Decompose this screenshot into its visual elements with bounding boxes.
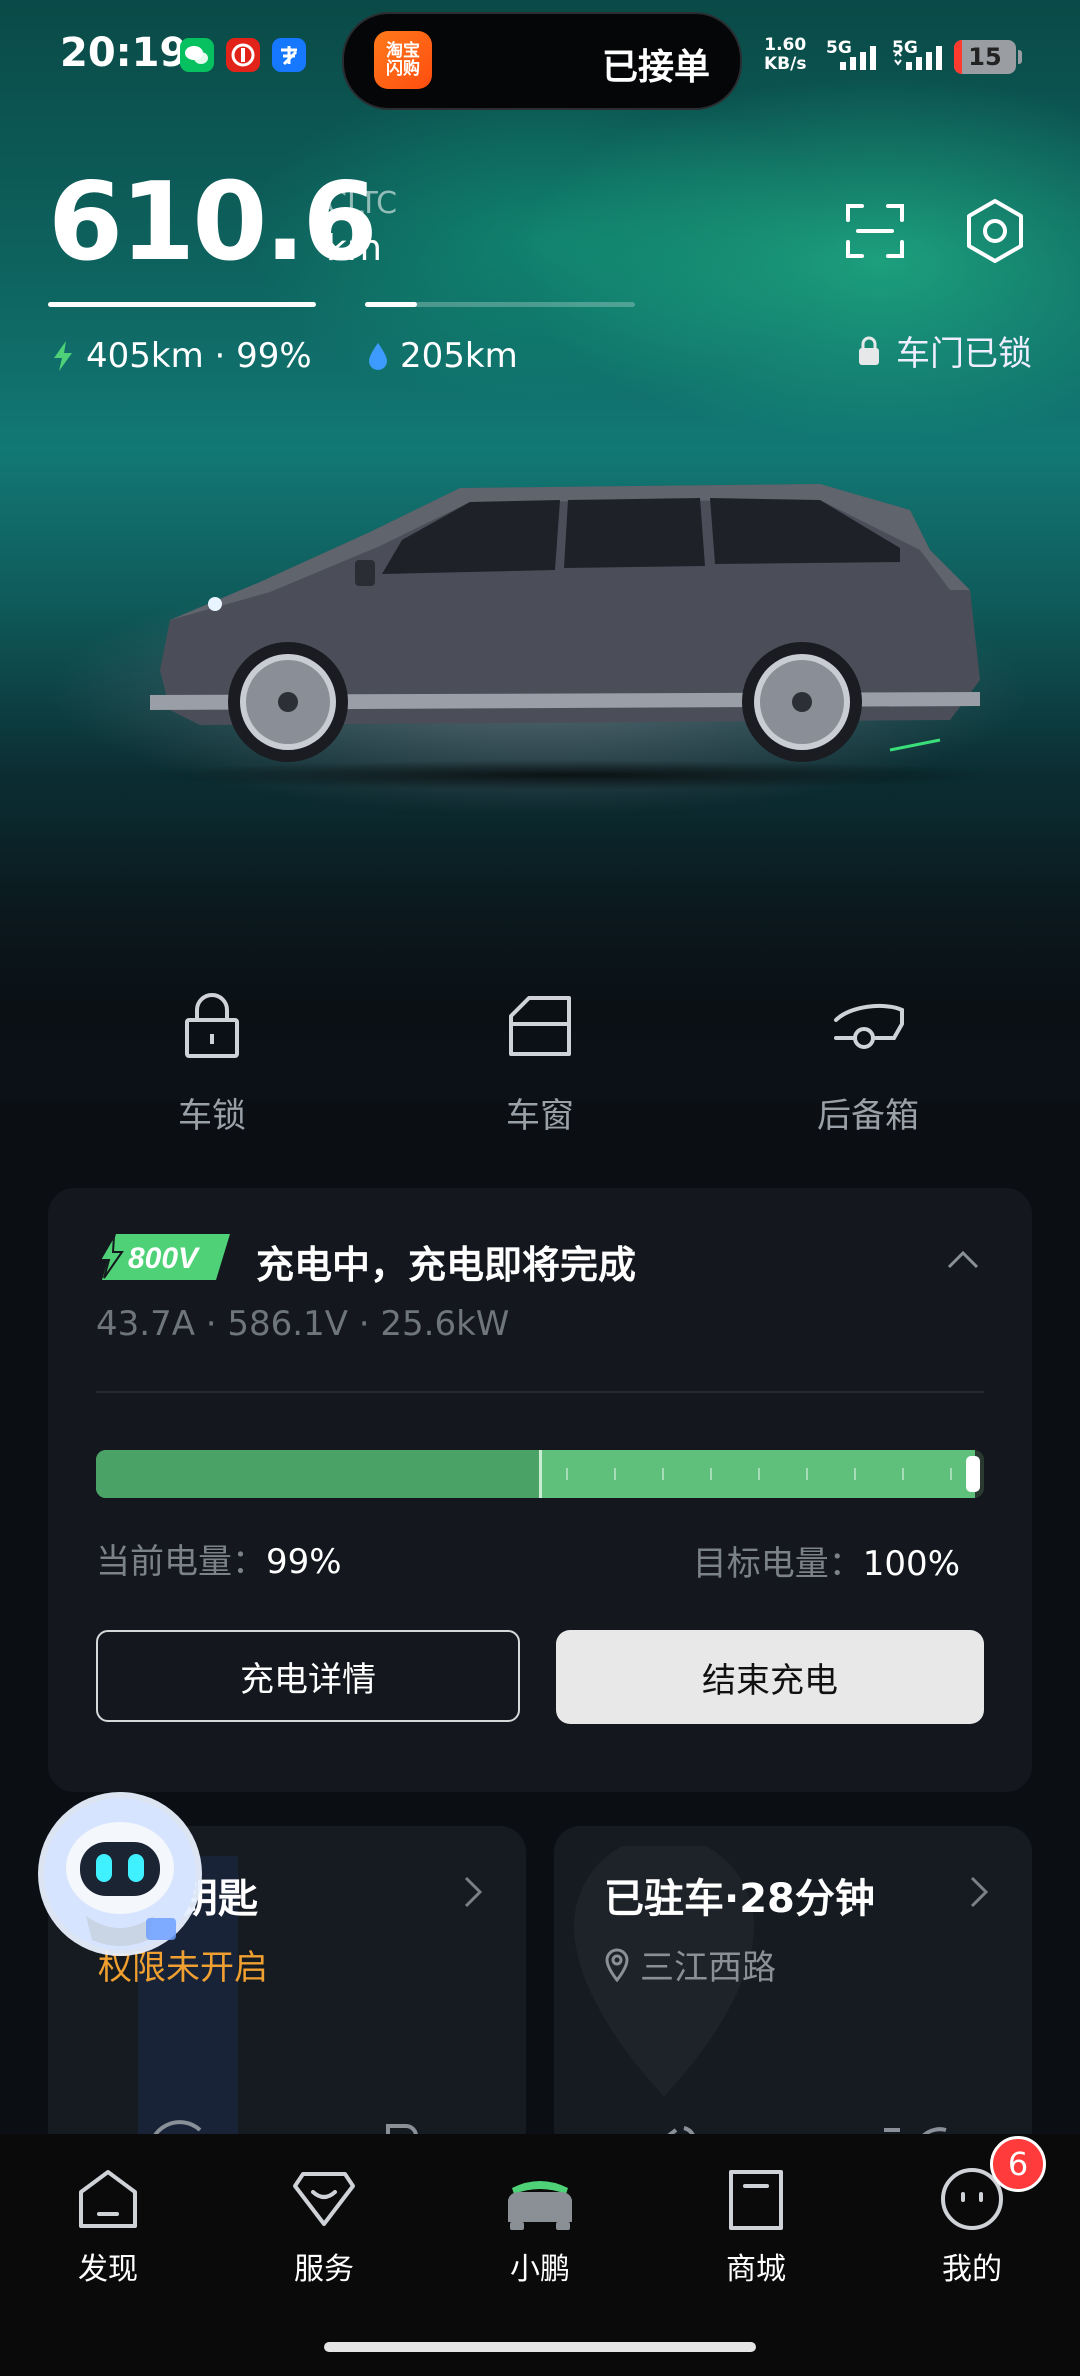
fuel-range-text: 205km [400, 336, 518, 376]
target-soc-value: 100% [862, 1544, 960, 1584]
parking-location-text: 三江西路 [640, 1948, 776, 1988]
progress-tick [758, 1468, 760, 1480]
taobao-flash-app-icon: 淘宝 闪购 [374, 31, 432, 89]
net-speed-unit: KB/s [764, 54, 807, 74]
control-window-label: 车窗 [506, 1096, 574, 1136]
car-image[interactable] [140, 470, 990, 780]
progress-tick [902, 1468, 904, 1480]
status-time: 20:19 [60, 30, 188, 76]
electric-range: 405km · 99% [50, 336, 312, 376]
net-speed-value: 1.60 [764, 35, 807, 55]
parking-location: 三江西路 [604, 1940, 776, 1989]
nav-service[interactable]: 服务 [244, 2164, 404, 2288]
notification-badge: 6 [990, 2136, 1046, 2192]
door-lock-status: 车门已锁 [856, 326, 1032, 375]
charge-status-title: 充电中，充电即将完成 [256, 1243, 637, 1287]
padlock-icon [185, 993, 239, 1058]
union-pay-icon [226, 38, 260, 72]
target-soc-handle[interactable] [966, 1456, 980, 1492]
parking-duration-title: 已驻车·28分钟 [604, 1876, 875, 1922]
nav-xiaopeng-label: 小鹏 [510, 2252, 570, 2287]
nav-xiaopeng[interactable]: 小鹏 [460, 2164, 620, 2288]
trunk-icon [834, 1003, 904, 1049]
chevron-up-icon[interactable] [946, 1248, 980, 1270]
lock-icon [859, 336, 879, 365]
current-soc: 当前电量：99% [96, 1534, 342, 1583]
fuel-range: 205km [366, 336, 518, 376]
lock-status-text: 车门已锁 [896, 334, 1032, 374]
electric-range-text: 405km · 99% [86, 336, 312, 376]
card-divider [96, 1391, 984, 1393]
range-standard: CLTC [326, 186, 398, 221]
charge-stats: 43.7A · 586.1V · 25.6kW [96, 1304, 510, 1344]
current-soc-value: 99% [266, 1542, 342, 1582]
window-icon [509, 996, 571, 1056]
parking-card[interactable]: 已驻车·28分钟 三江西路 [554, 1826, 1032, 2156]
network-speed: 1.60 KB/s [764, 36, 806, 74]
control-trunk[interactable]: 后备箱 [768, 990, 968, 1137]
ai-assistant-robot-icon[interactable] [36, 1790, 204, 1958]
signal-icon-2: 5G [892, 38, 942, 70]
target-soc: 目标电量：100% [693, 1536, 960, 1585]
settings-gear-icon[interactable] [960, 196, 1030, 266]
battery-level: 15 [968, 43, 1002, 71]
control-window[interactable]: 车窗 [440, 990, 640, 1137]
charge-progress-start [96, 1450, 541, 1498]
fuel-range-bar [365, 302, 635, 307]
progress-tick [662, 1468, 664, 1480]
charge-progress-bar [96, 1450, 984, 1498]
nav-mall-label: 商城 [726, 2252, 786, 2287]
fuel-drop-icon [369, 343, 387, 370]
progress-tick [806, 1468, 808, 1480]
current-soc-label: 当前电量： [96, 1542, 266, 1582]
bottom-navigation: 发现 服务 小鹏 商城 我的 [0, 2134, 1080, 2376]
island-status-text: 已接单 [601, 47, 710, 88]
charge-start-marker [539, 1450, 542, 1498]
chevron-right-icon [970, 1876, 989, 1908]
battery-indicator: 15 [954, 40, 1016, 74]
nav-service-label: 服务 [294, 2252, 354, 2287]
charging-card: 800V 充电中，充电即将完成 43.7A · 586.1V · 25.6kW … [48, 1188, 1032, 1792]
scan-icon[interactable] [840, 196, 910, 266]
800v-badge-text: 800V [128, 1242, 201, 1275]
progress-tick [710, 1468, 712, 1480]
control-lock-label: 车锁 [178, 1096, 246, 1136]
status-bar: 20:19 淘宝 闪购 已接单 1.60 KB/s 5G 5G 15 [0, 0, 1080, 110]
range-unit: km [326, 228, 382, 269]
dynamic-island[interactable]: 淘宝 闪购 已接单 [342, 12, 742, 110]
alipay-icon [272, 38, 306, 72]
home-indicator[interactable] [324, 2342, 756, 2352]
nav-mall[interactable]: 商城 [676, 2164, 836, 2288]
service-icon [293, 2172, 355, 2226]
control-trunk-label: 后备箱 [817, 1096, 919, 1136]
charge-detail-button[interactable]: 充电详情 [96, 1630, 520, 1722]
chevron-right-icon [464, 1876, 483, 1908]
progress-tick [854, 1468, 856, 1480]
lightning-icon [54, 341, 72, 371]
progress-tick [950, 1468, 952, 1480]
800v-badge: 800V [98, 1234, 230, 1280]
target-soc-label: 目标电量： [692, 1544, 863, 1584]
discover-icon [79, 2170, 137, 2228]
nav-profile-label: 我的 [942, 2252, 1002, 2287]
progress-tick [614, 1468, 616, 1480]
mall-icon [729, 2170, 783, 2230]
electric-range-bar [48, 302, 316, 307]
control-lock[interactable]: 车锁 [112, 990, 312, 1137]
wechat-icon [180, 38, 214, 72]
battery-tip [1018, 50, 1022, 64]
signal-icon-1: 5G [826, 38, 876, 70]
nav-discover-label: 发现 [78, 2252, 138, 2287]
car-icon [508, 2181, 572, 2230]
progress-tick [566, 1468, 568, 1480]
nav-discover[interactable]: 发现 [28, 2164, 188, 2288]
stop-charging-button[interactable]: 结束充电 [556, 1630, 984, 1724]
location-pin-icon [605, 1947, 629, 1982]
